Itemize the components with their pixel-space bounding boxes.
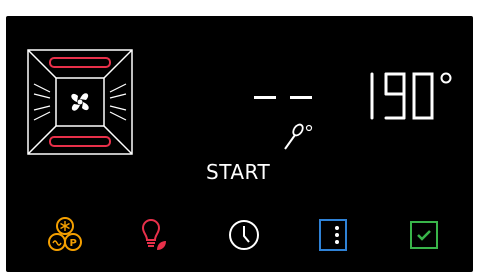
light-eco-button[interactable] [133, 216, 169, 252]
clock-icon [229, 220, 259, 250]
timer-button[interactable] [227, 218, 263, 254]
checkbox-confirm-icon [410, 221, 438, 249]
program-snowflake-p-icon: P [48, 217, 82, 251]
lightbulb-eco-icon [141, 219, 166, 250]
options-button[interactable] [317, 218, 353, 254]
temperature-display[interactable]: 190 [362, 70, 462, 122]
options-vertical-icon [319, 219, 347, 251]
confirm-button[interactable] [407, 218, 443, 254]
program-button[interactable]: P [47, 216, 83, 252]
status-text: START [206, 160, 271, 184]
svg-text:P: P [70, 238, 77, 249]
meat-probe-icon [281, 123, 315, 153]
convection-fan-icon[interactable] [26, 48, 134, 156]
core-temp-value: -- [252, 88, 316, 108]
